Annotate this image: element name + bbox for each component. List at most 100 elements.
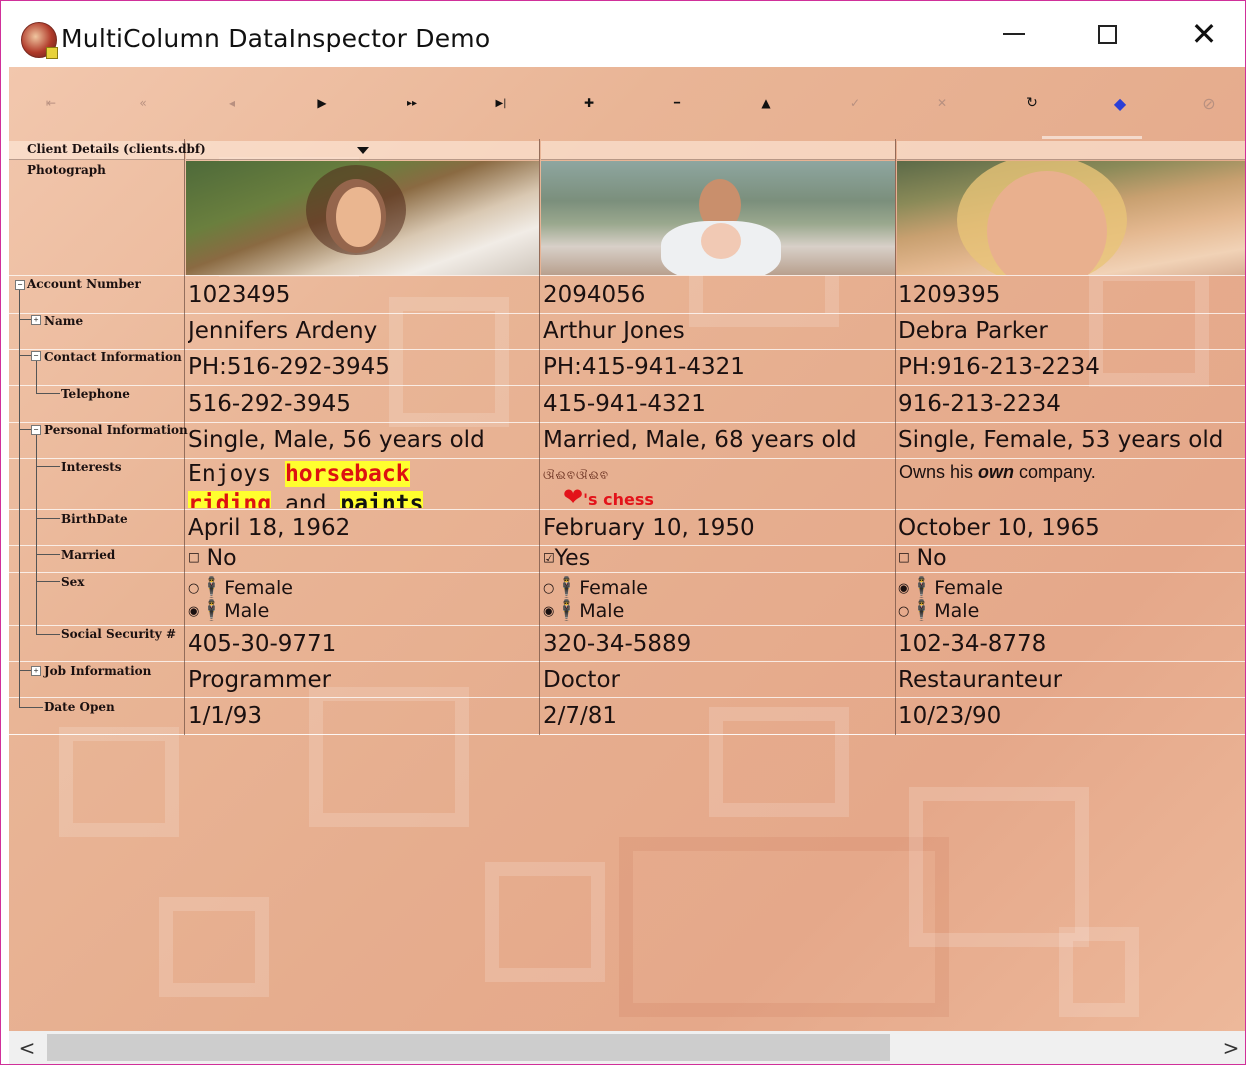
maximize-button[interactable] <box>1084 11 1130 57</box>
sex-option-label: Female <box>579 577 648 599</box>
tree-line <box>36 581 60 582</box>
record-1-married[interactable]: ☐ No <box>188 546 237 571</box>
background-square <box>1059 927 1139 1017</box>
record-2-telephone[interactable]: 415-941-4321 <box>543 391 706 417</box>
record-1-name[interactable]: Jennifers Ardeny <box>188 318 377 344</box>
field-label-account-number: Account Number <box>27 277 141 291</box>
person-icon: 🕴 <box>199 575 225 599</box>
interests-text: company. <box>1014 462 1096 482</box>
record-3-sex-male[interactable]: ○🕴Male <box>898 598 979 624</box>
record-1-interests[interactable]: Enjoys horseback riding and paints <box>188 459 528 508</box>
record-3-married[interactable]: ☐ No <box>898 546 947 571</box>
record-3-contact[interactable]: PH:916-213-2234 <box>898 354 1100 380</box>
minimize-button[interactable] <box>991 11 1037 57</box>
app-icon[interactable] <box>21 22 58 59</box>
column-header-3[interactable] <box>897 141 1245 160</box>
radio-selected-icon[interactable]: ◉ <box>188 604 199 619</box>
tree-line <box>36 466 60 467</box>
record-3-personal[interactable]: Single, Female, 53 years old <box>898 427 1223 453</box>
chevron-down-icon[interactable] <box>357 147 369 154</box>
record-3-photograph[interactable] <box>897 161 1245 275</box>
record-2-sex-male[interactable]: ◉🕴Male <box>543 598 624 624</box>
expand-toggle-icon[interactable]: + <box>31 666 41 676</box>
previous-record-button[interactable]: ◂ <box>212 91 252 115</box>
record-3-name[interactable]: Debra Parker <box>898 318 1048 344</box>
record-2-job[interactable]: Doctor <box>543 667 620 693</box>
checkbox-checked-icon[interactable]: ☑ <box>543 552 555 567</box>
first-record-button[interactable]: ⇤ <box>31 91 71 115</box>
last-record-button[interactable]: ▶| <box>481 91 521 115</box>
sex-option-label: Male <box>224 600 270 622</box>
checkbox-unchecked-icon[interactable]: ☐ <box>188 552 200 567</box>
record-2-birthdate[interactable]: February 10, 1950 <box>543 515 755 541</box>
post-edit-button[interactable]: ✓ <box>835 91 875 115</box>
record-3-ssn[interactable]: 102-34-8778 <box>898 631 1046 657</box>
person-icon: 🕴 <box>554 598 580 622</box>
record-1-job[interactable]: Programmer <box>188 667 331 693</box>
background-square <box>909 787 1089 947</box>
field-label-married: Married <box>61 548 116 562</box>
delete-record-button[interactable]: ━ <box>657 91 697 115</box>
record-2-ssn[interactable]: 320-34-5889 <box>543 631 691 657</box>
row-divider <box>9 275 1245 276</box>
record-3-account[interactable]: 1209395 <box>898 282 1000 308</box>
tree-line <box>36 361 37 393</box>
expand-toggle-icon[interactable]: + <box>31 315 41 325</box>
column-header-2[interactable] <box>541 141 895 160</box>
interests-highlight: riding <box>188 491 272 508</box>
record-1-telephone[interactable]: 516-292-3945 <box>188 391 351 417</box>
record-2-contact[interactable]: PH:415-941-4321 <box>543 354 745 380</box>
radio-selected-icon[interactable]: ◉ <box>898 581 909 596</box>
collapse-toggle-icon[interactable]: − <box>15 280 25 290</box>
field-label-contact-information: Contact Information <box>44 350 182 364</box>
record-2-account[interactable]: 2094056 <box>543 282 645 308</box>
clear-filter-button[interactable]: ⊘ <box>1189 91 1229 115</box>
tree-line <box>36 435 37 635</box>
photo-face <box>336 187 381 247</box>
refresh-data-button[interactable]: ↻ <box>1012 91 1052 115</box>
record-3-interests[interactable]: Owns his own company. <box>899 462 1096 483</box>
record-1-date-open[interactable]: 1/1/93 <box>188 703 262 729</box>
checkbox-unchecked-icon[interactable]: ☐ <box>898 552 910 567</box>
radio-unselected-icon[interactable]: ○ <box>898 604 909 619</box>
record-1-personal[interactable]: Single, Male, 56 years old <box>188 427 485 453</box>
next-page-button[interactable]: ▸▸ <box>392 91 432 115</box>
next-record-button[interactable]: ▶ <box>302 91 342 115</box>
record-1-account[interactable]: 1023495 <box>188 282 290 308</box>
radio-unselected-icon[interactable]: ○ <box>543 581 554 596</box>
record-2-personal[interactable]: Married, Male, 68 years old <box>543 427 857 453</box>
record-3-telephone[interactable]: 916-213-2234 <box>898 391 1061 417</box>
record-1-contact[interactable]: PH:516-292-3945 <box>188 354 390 380</box>
record-1-ssn[interactable]: 405-30-9771 <box>188 631 336 657</box>
married-label: No <box>206 546 237 571</box>
row-divider <box>9 422 1245 423</box>
cancel-edit-button[interactable]: ✕ <box>922 91 962 115</box>
close-button[interactable]: ✕ <box>1181 11 1227 57</box>
radio-unselected-icon[interactable]: ○ <box>188 581 199 596</box>
collapse-toggle-icon[interactable]: − <box>31 425 41 435</box>
record-3-date-open[interactable]: 10/23/90 <box>898 703 1001 729</box>
grid-header-title: Client Details (clients.dbf) <box>27 142 206 156</box>
record-1-birthdate[interactable]: April 18, 1962 <box>188 515 350 541</box>
apply-filter-button[interactable]: ◆ <box>1100 91 1140 115</box>
record-2-photograph[interactable] <box>541 161 895 275</box>
row-divider <box>9 661 1245 662</box>
record-2-name[interactable]: Arthur Jones <box>543 318 685 344</box>
scrollbar-thumb[interactable] <box>47 1034 890 1061</box>
record-1-sex-male[interactable]: ◉🕴Male <box>188 598 269 624</box>
previous-page-button[interactable]: « <box>123 91 163 115</box>
record-3-job[interactable]: Restauranteur <box>898 667 1062 693</box>
record-2-married[interactable]: ☑Yes <box>543 546 590 571</box>
horizontal-scrollbar[interactable]: < > <box>9 1031 1245 1064</box>
insert-record-button[interactable]: ✚ <box>569 91 609 115</box>
edit-record-button[interactable]: ▲ <box>746 91 786 115</box>
record-3-birthdate[interactable]: October 10, 1965 <box>898 515 1100 541</box>
radio-selected-icon[interactable]: ◉ <box>543 604 554 619</box>
scroll-right-arrow-icon[interactable]: > <box>1219 1036 1243 1060</box>
record-2-date-open[interactable]: 2/7/81 <box>543 703 617 729</box>
record-1-photograph[interactable] <box>186 161 539 275</box>
record-2-interests[interactable]: ଔଈଵଔଈଵ ❤'s chess <box>543 461 883 508</box>
scroll-left-arrow-icon[interactable]: < <box>15 1036 39 1060</box>
tree-line <box>36 393 60 394</box>
collapse-toggle-icon[interactable]: − <box>31 351 41 361</box>
